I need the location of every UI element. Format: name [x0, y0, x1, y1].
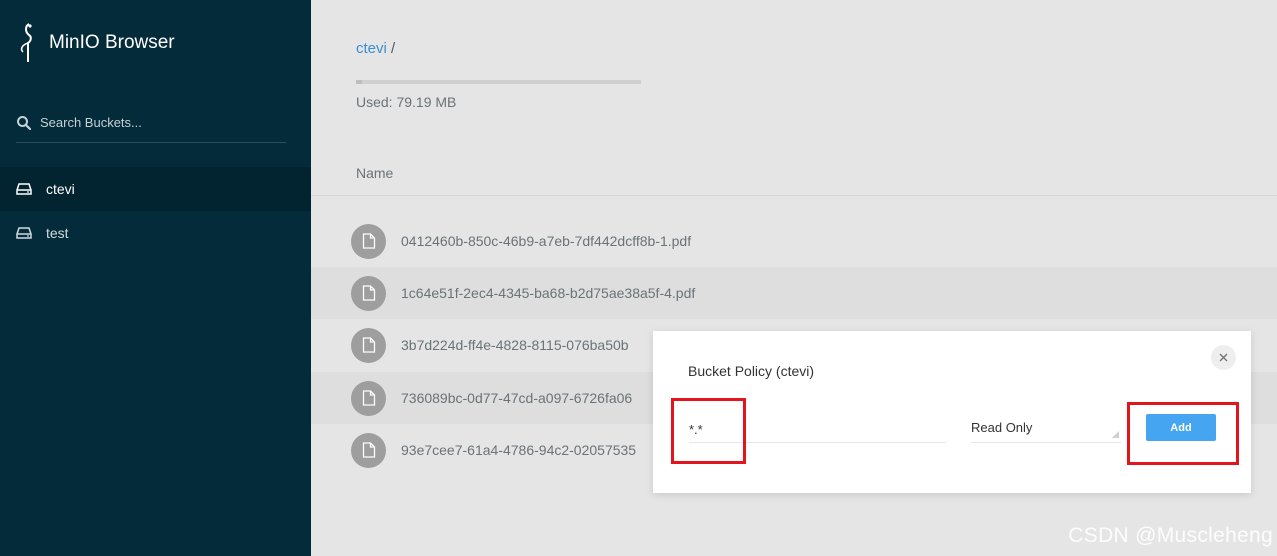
file-name[interactable]: 1c64e51f-2ec4-4345-ba68-b2d75ae38a5f-4.p… — [401, 285, 695, 301]
file-name[interactable]: 93e7cee7-61a4-4786-94c2-02057535 — [401, 442, 636, 458]
file-name[interactable]: 0412460b-850c-46b9-a7eb-7df442dcff8b-1.p… — [401, 233, 691, 249]
highlight-box-add — [1127, 402, 1239, 465]
column-header-name[interactable]: Name — [356, 165, 393, 181]
app-title: MinIO Browser — [49, 32, 175, 53]
minio-bird-icon — [20, 23, 32, 62]
file-icon — [351, 327, 386, 363]
bucket-label: test — [46, 225, 69, 241]
file-icon — [351, 432, 386, 468]
breadcrumb-bucket-link[interactable]: ctevi — [356, 40, 387, 57]
search-icon — [17, 116, 32, 131]
modal-title: Bucket Policy (ctevi) — [688, 363, 815, 379]
watermark: CSDN @Muscleheng — [1068, 524, 1273, 547]
file-row[interactable]: 0412460b-850c-46b9-a7eb-7df442dcff8b-1.p… — [311, 215, 1277, 267]
file-name[interactable]: 736089bc-0d77-47cd-a097-6726fa06 — [401, 390, 632, 406]
file-icon — [351, 380, 386, 416]
usage-progress-bar — [356, 80, 641, 84]
drive-icon — [16, 227, 32, 239]
close-icon — [1219, 353, 1228, 362]
usage-text: Used: 79.19 MB — [356, 94, 457, 110]
file-name[interactable]: 3b7d224d-ff4e-4828-8115-076ba50b — [401, 337, 629, 353]
bucket-item-test[interactable]: test — [0, 211, 311, 255]
drive-icon — [16, 183, 32, 195]
breadcrumb-separator: / — [391, 40, 396, 57]
search-buckets[interactable]: Search Buckets... — [16, 112, 286, 143]
highlight-box-prefix — [671, 398, 746, 464]
select-caret-icon — [1112, 431, 1119, 438]
bucket-item-ctevi[interactable]: ctevi — [0, 167, 311, 211]
breadcrumb: ctevi / — [356, 40, 395, 57]
close-button[interactable] — [1211, 345, 1236, 370]
file-icon — [351, 275, 386, 311]
file-icon — [351, 223, 386, 259]
sidebar: MinIO Browser Search Buckets... ctevi te… — [0, 0, 311, 556]
header-divider — [311, 195, 1277, 196]
bucket-label: ctevi — [46, 181, 75, 197]
logo: MinIO Browser — [16, 22, 175, 64]
usage-progress-fill — [356, 80, 362, 84]
policy-select-value: Read Only — [971, 420, 1033, 435]
file-row[interactable]: 1c64e51f-2ec4-4345-ba68-b2d75ae38a5f-4.p… — [311, 267, 1277, 319]
search-placeholder[interactable]: Search Buckets... — [40, 115, 142, 130]
policy-select[interactable]: Read Only — [971, 416, 1121, 443]
